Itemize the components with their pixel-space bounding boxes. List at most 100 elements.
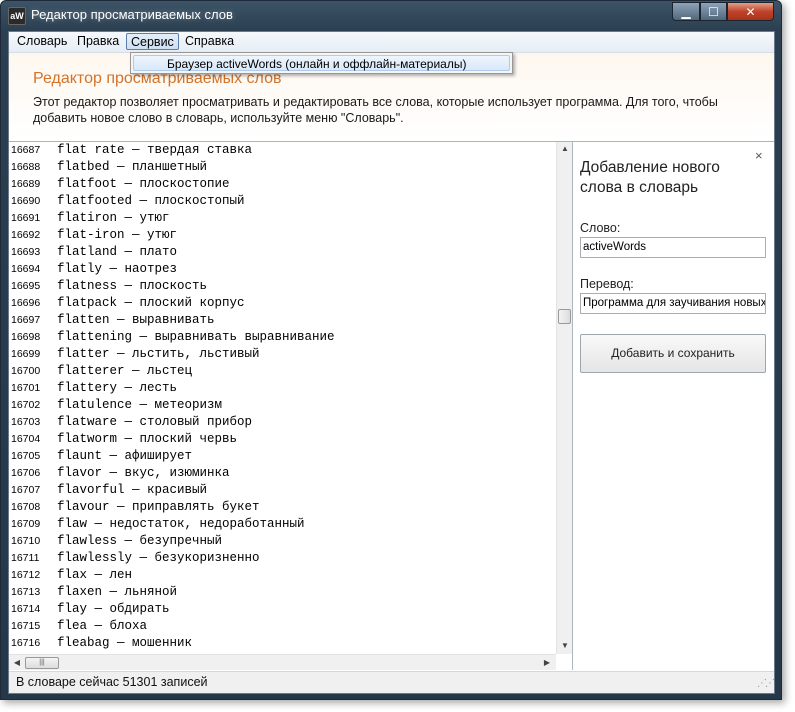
list-item[interactable]: 16694 flatly — наотрез — [9, 261, 555, 278]
row-number: 16701 — [11, 382, 41, 394]
word-entry: flaw — недостаток, недоработанный — [57, 517, 305, 531]
row-number: 16696 — [11, 297, 41, 309]
menu-service[interactable]: Сервис — [126, 33, 179, 50]
list-item[interactable]: 16716 fleabag — мошенник — [9, 635, 555, 652]
list-item[interactable]: 16697 flatten — выравнивать — [9, 312, 555, 329]
row-number: 16716 — [11, 637, 41, 649]
word-entry: flatten — выравнивать — [57, 313, 215, 327]
list-item[interactable]: 16700 flatterer — льстец — [9, 363, 555, 380]
maximize-button[interactable]: ☐ — [700, 2, 727, 21]
add-and-save-button[interactable]: Добавить и сохранить — [580, 334, 766, 373]
word-entry: flatter — льстить, льстивый — [57, 347, 260, 361]
word-entry: flavor — вкус, изюминка — [57, 466, 230, 480]
scroll-thumb[interactable] — [558, 309, 571, 324]
word-entry: flawless — безупречный — [57, 534, 223, 548]
word-entry: flaunt — афиширует — [57, 449, 193, 463]
row-number: 16689 — [11, 178, 41, 190]
list-item[interactable]: 16696 flatpack — плоский корпус — [9, 295, 555, 312]
panel-title: Добавление нового слова в словарь — [580, 159, 720, 196]
title-bar[interactable]: aW Редактор просматриваемых слов ▁ ☐ ✕ — [1, 1, 781, 31]
row-number: 16691 — [11, 212, 41, 224]
row-number: 16709 — [11, 518, 41, 530]
menu-item-browser[interactable]: Браузер activeWords (онлайн и оффлайн-ма… — [133, 55, 510, 71]
word-entry: flatpack — плоский корпус — [57, 296, 245, 310]
word-entry: flatiron — утюг — [57, 211, 170, 225]
list-item[interactable]: 16704 flatworm — плоский червь — [9, 431, 555, 448]
list-item[interactable]: 16708 flavour — приправлять букет — [9, 499, 555, 516]
app-window: aW Редактор просматриваемых слов ▁ ☐ ✕ С… — [0, 0, 782, 700]
list-item[interactable]: 16714 flay — обдирать — [9, 601, 555, 618]
list-item[interactable]: 16695 flatness — плоскость — [9, 278, 555, 295]
client-area: Словарь Правка Сервис Справка Редактор п… — [8, 31, 775, 694]
row-number: 16714 — [11, 603, 41, 615]
list-item[interactable]: 16692 flat-iron — утюг — [9, 227, 555, 244]
translation-input[interactable]: Программа для заучивания новых а — [580, 293, 766, 314]
list-item[interactable]: 16698 flattening — выравнивать выравниван… — [9, 329, 555, 346]
word-entry: flatfooted — плоскостопый — [57, 194, 245, 208]
word-entry: flatterer — льстец — [57, 364, 193, 378]
close-button[interactable]: ✕ — [727, 2, 774, 21]
list-item[interactable]: 16691 flatiron — утюг — [9, 210, 555, 227]
list-item[interactable]: 16689 flatfoot — плоскостопие — [9, 176, 555, 193]
menu-bar: Словарь Правка Сервис Справка — [9, 32, 774, 53]
word-entry: flavorful — красивый — [57, 483, 208, 497]
vertical-scrollbar[interactable]: ▲ ▼ — [556, 142, 572, 654]
row-number: 16712 — [11, 569, 41, 581]
row-number: 16693 — [11, 246, 41, 258]
word-entry: flattery — лесть — [57, 381, 178, 395]
list-item[interactable]: 16703 flatware — столовый прибор — [9, 414, 555, 431]
row-number: 16690 — [11, 195, 41, 207]
list-item[interactable]: 16699 flatter — льстить, льстивый — [9, 346, 555, 363]
list-item[interactable]: 16688 flatbed — планшетный — [9, 159, 555, 176]
list-item[interactable]: 16710 flawless — безупречный — [9, 533, 555, 550]
list-item[interactable]: 16706 flavor — вкус, изюминка — [9, 465, 555, 482]
list-item[interactable]: 16711 flawlessly — безукоризненно — [9, 550, 555, 567]
list-item[interactable]: 16707 flavorful — красивый — [9, 482, 555, 499]
word-input[interactable]: activeWords — [580, 237, 766, 258]
row-number: 16700 — [11, 365, 41, 377]
word-entry: flatness — плоскость — [57, 279, 208, 293]
resize-grip-icon[interactable]: ⋰⋰ — [757, 678, 775, 689]
list-item[interactable]: 16693 flatland — плато — [9, 244, 555, 261]
word-entry: flat-iron — утюг — [57, 228, 178, 242]
word-entry: flatworm — плоский червь — [57, 432, 238, 446]
list-item[interactable]: 16702 flatulence — метеоризм — [9, 397, 555, 414]
row-number: 16692 — [11, 229, 41, 241]
word-entry: flaxen — льняной — [57, 585, 178, 599]
scroll-up-icon[interactable]: ▲ — [557, 142, 572, 156]
scroll-right-icon[interactable]: ▶ — [540, 655, 554, 670]
menu-help[interactable]: Справка — [181, 33, 238, 50]
list-item[interactable]: 16687 flat rate — твердая ставка — [9, 142, 555, 159]
list-item[interactable]: 16701 flattery — лесть — [9, 380, 555, 397]
scroll-left-icon[interactable]: ◀ — [10, 655, 24, 670]
list-item[interactable]: 16713 flaxen — льняной — [9, 584, 555, 601]
list-item[interactable]: 16712 flax — лен — [9, 567, 555, 584]
horizontal-scrollbar[interactable]: ◀ ||| ▶ — [9, 654, 556, 670]
row-number: 16710 — [11, 535, 41, 547]
word-entry: flatbed — планшетный — [57, 160, 208, 174]
word-entry: flawlessly — безукоризненно — [57, 551, 260, 565]
hscroll-thumb[interactable]: ||| — [25, 657, 59, 669]
row-number: 16705 — [11, 450, 41, 462]
minimize-button[interactable]: ▁ — [672, 2, 700, 21]
word-entry: flea — блоха — [57, 619, 148, 633]
row-number: 16713 — [11, 586, 41, 598]
list-item[interactable]: 16715 flea — блоха — [9, 618, 555, 635]
menu-edit[interactable]: Правка — [73, 33, 123, 50]
scroll-down-icon[interactable]: ▼ — [557, 639, 572, 653]
list-item[interactable]: 16709 flaw — недостаток, недоработанный — [9, 516, 555, 533]
menu-dictionary[interactable]: Словарь — [13, 33, 71, 50]
app-icon: aW — [8, 7, 26, 25]
word-entry: flax — лен — [57, 568, 133, 582]
word-entry: flatulence — метеоризм — [57, 398, 223, 412]
row-number: 16708 — [11, 501, 41, 513]
row-number: 16715 — [11, 620, 41, 632]
word-entry: flay — обдирать — [57, 602, 170, 616]
row-number: 16711 — [11, 552, 40, 564]
word-entry: flavour — приправлять букет — [57, 500, 260, 514]
row-number: 16704 — [11, 433, 41, 445]
list-item[interactable]: 16705 flaunt — афиширует — [9, 448, 555, 465]
page-description: Этот редактор позволяет просматривать и … — [33, 95, 718, 125]
list-item[interactable]: 16690 flatfooted — плоскостопый — [9, 193, 555, 210]
row-number: 16699 — [11, 348, 41, 360]
